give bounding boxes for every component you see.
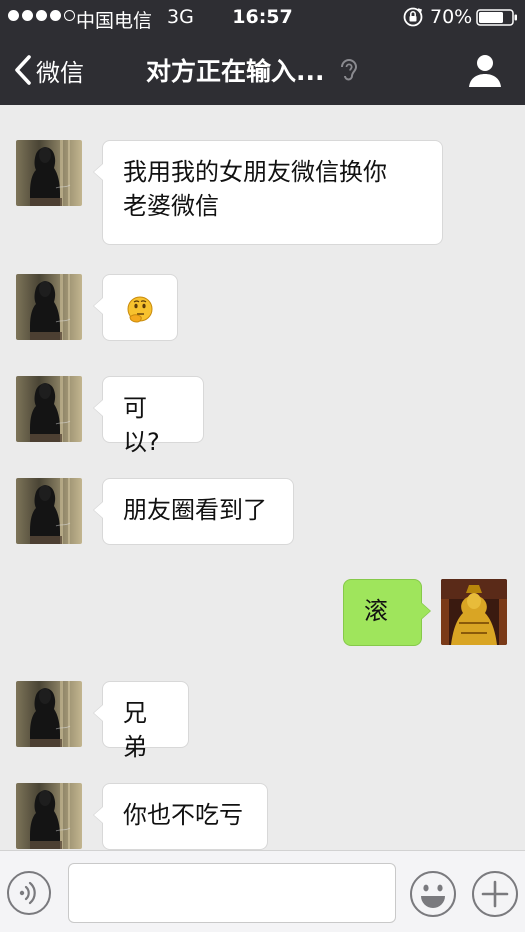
message-text: 滚 — [364, 597, 388, 625]
status-bar: 中国电信 3G 16:57 70% — [0, 0, 525, 34]
message-text: 朋友圈看到了 — [123, 496, 267, 524]
back-label: 微信 — [36, 58, 84, 87]
incoming-message-bubble[interactable]: 朋友圈看到了 — [93, 478, 294, 545]
contact-avatar[interactable] — [16, 681, 82, 747]
battery-percentage: 70% — [430, 6, 473, 28]
message-text: 你也不吃亏 — [123, 801, 243, 829]
more-actions-button[interactable] — [471, 870, 519, 918]
thinking-face-emoji — [127, 296, 153, 323]
message-text-line: 老婆微信 — [123, 192, 219, 220]
chat-title-area: 对方正在输入... — [146, 52, 361, 88]
my-avatar[interactable] — [441, 579, 507, 645]
message-text: 可以? — [123, 394, 160, 456]
message-text-input[interactable] — [68, 863, 396, 923]
message-text-line: 我用我的女朋友微信换你 — [123, 158, 387, 186]
back-button[interactable]: 微信 — [12, 52, 84, 88]
chat-info-button[interactable] — [466, 51, 504, 89]
earpiece-mode-icon — [340, 59, 357, 81]
plus-icon — [481, 880, 509, 908]
message-text: 兄弟 — [123, 699, 147, 761]
incoming-message-bubble[interactable]: 你也不吃亏 — [93, 783, 268, 850]
incoming-message-bubble[interactable]: 可以? — [93, 376, 204, 456]
outgoing-message-bubble[interactable]: 滚 — [343, 579, 431, 646]
voice-input-button[interactable] — [6, 870, 52, 916]
chat-message-list[interactable]: 我用我的女朋友微信换你 老婆微信 可以? 朋友圈看到了 滚 兄弟 你也不吃亏 — [0, 105, 525, 850]
battery-icon — [476, 9, 517, 26]
chevron-left-icon — [15, 55, 31, 85]
emoji-button[interactable] — [409, 870, 457, 918]
rotation-lock-icon — [403, 7, 423, 27]
message-input-bar — [0, 850, 525, 932]
smiley-icon — [421, 884, 445, 908]
navigation-bar: 微信 对方正在输入... — [0, 34, 525, 105]
chat-title: 对方正在输入... — [146, 57, 325, 86]
person-icon — [469, 55, 501, 87]
incoming-message-bubble[interactable]: 我用我的女朋友微信换你 老婆微信 — [93, 140, 443, 245]
contact-avatar[interactable] — [16, 478, 82, 544]
contact-avatar[interactable] — [16, 140, 82, 206]
incoming-message-bubble[interactable] — [93, 274, 178, 341]
contact-avatar[interactable] — [16, 783, 82, 849]
contact-avatar[interactable] — [16, 376, 82, 442]
voice-wave-icon — [19, 881, 36, 905]
incoming-message-bubble[interactable]: 兄弟 — [93, 681, 189, 761]
contact-avatar[interactable] — [16, 274, 82, 340]
